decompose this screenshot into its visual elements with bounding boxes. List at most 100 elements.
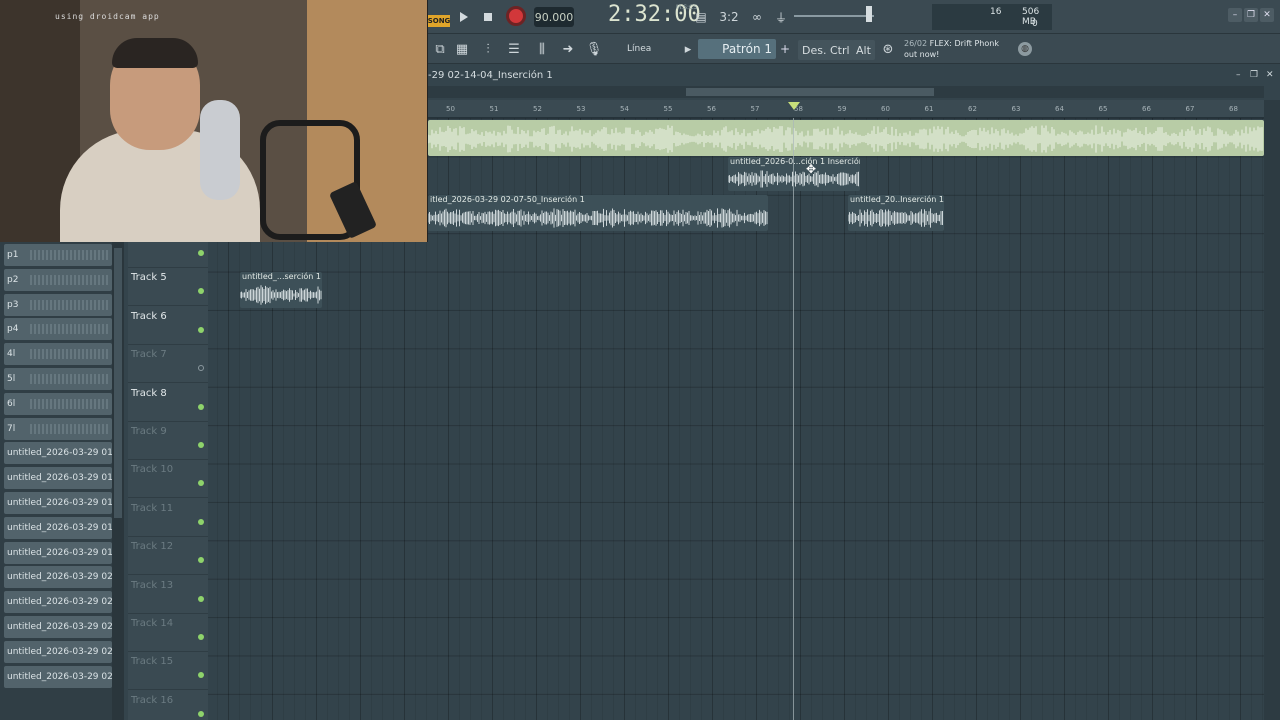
browser-item[interactable]: untitled_2026-03-29 01-... [4,516,112,539]
ruler-label: 50 [446,105,455,113]
browser-item-label: untitled_2026-03-29 02-... [7,671,112,682]
browser-item[interactable]: p1 [4,244,112,266]
track-enable-led[interactable] [198,672,204,679]
browser-scroll-thumb[interactable] [114,248,122,518]
track-name: Track 11 [131,502,174,514]
track-header[interactable]: Track 6 [128,307,208,345]
browser-item-label: untitled_2026-03-29 01-... [7,547,112,558]
browser-item[interactable]: untitled_2026-03-29 02-... [4,640,112,663]
snap-selector[interactable]: Línea [624,40,672,58]
track-header[interactable]: Track 8 [128,384,208,422]
audio-clip[interactable]: untitled_...serción 1 [240,272,322,308]
track-header[interactable]: Track 16 [128,691,208,720]
track-header[interactable]: Track 12 [128,537,208,576]
playlist-maximize-icon[interactable]: ❐ [1250,70,1258,80]
ruler-label: 63 [1011,105,1021,113]
browser-item-label: untitled_2026-03-29 02-... [7,646,112,657]
track-enable-led[interactable] [198,480,204,487]
master-volume-track[interactable] [794,15,874,17]
browser-item-label: untitled_2026-03-29 01-... [7,473,112,484]
clip-label: untitled_2026-0...ción 1 Inserción 1 [730,157,860,166]
browser-item[interactable]: untitled_2026-03-29 02-... [4,566,112,589]
ruler-label: 60 [881,105,890,113]
playlist-minimize-icon[interactable]: – [1236,70,1241,80]
browser-item[interactable]: 7l [4,417,112,440]
mic-icon[interactable]: 🎙 [584,39,604,59]
browser-icon[interactable]: ☰ [504,39,524,59]
metronome-icon[interactable]: ⏚ [770,7,792,27]
track-header[interactable]: Track 9 [128,422,208,460]
song-position-marker[interactable] [788,102,800,110]
stop-icon [484,13,492,21]
browser-item[interactable]: untitled_2026-03-29 01-... [4,467,112,490]
track-header[interactable]: Track 5 [128,268,208,307]
track-enable-led[interactable] [198,250,204,256]
browser-item[interactable]: p2 [4,268,112,291]
track-header[interactable]: Track 14 [128,614,208,652]
news-panel[interactable]: 26/02 FLEX: Drift Phonk out now! [904,38,1014,60]
modifier-alt[interactable]: Alt [852,40,875,60]
track-header[interactable]: Track 11 [128,499,208,537]
master-volume-knob[interactable] [866,6,872,22]
audio-clip[interactable]: itled_2026-03-29 02-07-50_Inserción 1 [428,195,768,231]
horizontal-scroll-thumb[interactable] [686,88,934,96]
track-header[interactable]: Track 13 [128,576,208,614]
close-icon[interactable]: ✕ [1260,8,1274,22]
audio-clip-top[interactable] [428,120,1264,156]
play-button[interactable] [456,8,472,26]
ruler-label: 51 [489,105,499,113]
track-enable-led[interactable] [198,365,204,372]
arrow-icon[interactable]: ➜ [558,39,578,59]
vertical-scrollbar[interactable] [1264,100,1280,720]
minimize-icon[interactable]: – [1228,8,1242,22]
track-enable-led[interactable] [198,288,204,295]
mixer-icon[interactable]: ⫼ [532,39,552,59]
browser-item[interactable]: untitled_2026-03-29 02-... [4,591,112,614]
track-enable-led[interactable] [198,442,204,448]
playlist-close-icon[interactable]: ✕ [1266,70,1274,80]
pattern-arrow-icon[interactable]: ▸ [678,39,698,59]
track-enable-led[interactable] [198,595,204,602]
loop-record-icon[interactable]: ∞ [746,7,768,27]
modifier-ctrl[interactable]: Ctrl [826,40,854,60]
hint-icon[interactable]: ⊛ [878,39,898,59]
track-enable-led[interactable] [198,634,204,640]
track-enable-led[interactable] [198,326,204,333]
browser-item[interactable]: untitled_2026-03-29 01-... [4,442,112,465]
browser-item[interactable]: p3 [4,293,112,316]
move-cursor-icon: ✥ [806,162,817,176]
track-enable-led[interactable] [198,557,204,564]
track-header[interactable]: Track 15 [128,652,208,691]
stop-button[interactable] [480,8,496,26]
channel-rack-icon[interactable]: ▦ [452,39,472,59]
track-enable-led[interactable] [198,710,204,717]
browser-item[interactable]: 6l [4,392,112,415]
browser-item-label: untitled_2026-03-29 01-... [7,498,112,508]
browser-item[interactable]: 5l [4,368,112,390]
track-header[interactable]: Track 10 [128,460,208,499]
browser-item[interactable]: untitled_2026-03-29 01-... [4,492,112,514]
step-edit-icon[interactable]: 3:2 [718,7,740,27]
online-news-icon[interactable]: ◍ [1018,42,1032,56]
audio-clip[interactable]: untitled_2026-0...ción 1 Inserción 1 [728,157,860,191]
track-header[interactable]: Track 7 [128,345,208,384]
browser-item[interactable]: untitled_2026-03-29 02-... [4,665,112,688]
audio-clip[interactable]: untitled_20..Inserción 1 [848,195,944,231]
piano-roll-icon[interactable]: ⫶ [478,39,498,59]
add-pattern-button[interactable]: + [778,39,792,59]
pattern-selector[interactable]: Patrón 1 [698,39,776,59]
track-name: Track 9 [131,426,167,437]
browser-item[interactable]: p4 [4,318,112,341]
typing-keyboard-icon[interactable]: ▤ [690,7,712,27]
browser-item[interactable]: 4l [4,343,112,366]
song-mode-badge[interactable]: SONG [428,15,450,27]
maximize-icon[interactable]: ❐ [1244,8,1258,22]
track-enable-led[interactable] [198,403,204,410]
track-enable-led[interactable] [198,518,204,525]
timeline-ruler[interactable]: 50 51 52 53 54 55 56 57 58 59 60 61 62 63 64 65 66 67 68 [428,100,1264,118]
browser-item[interactable]: untitled_2026-03-29 02-... [4,616,112,638]
tempo-display[interactable]: 90.000 [534,7,574,27]
playlist-window-icon[interactable]: ⧉ [430,39,450,59]
record-button[interactable] [506,6,526,26]
browser-item[interactable]: untitled_2026-03-29 01-... [4,541,112,564]
